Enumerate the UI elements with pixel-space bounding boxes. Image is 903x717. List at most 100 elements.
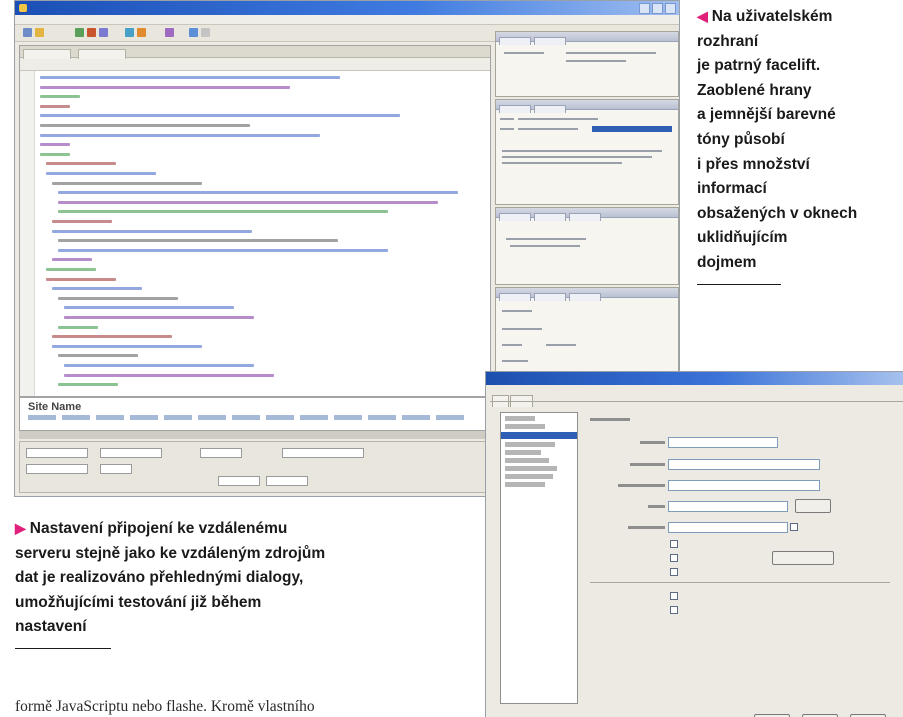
code-line — [58, 383, 118, 387]
maintain-sync-checkbox[interactable] — [670, 592, 678, 600]
format-select[interactable] — [26, 448, 88, 458]
caption-line: tóny působí — [697, 128, 903, 153]
code-line — [52, 220, 112, 223]
access-select[interactable] — [668, 437, 778, 448]
dialog-titlebar — [486, 372, 903, 385]
caption-server-connection: ▶ Nastavení připojení ke vzdálenému server… — [15, 516, 445, 649]
selected-rule — [592, 126, 672, 132]
code-line — [40, 124, 250, 127]
caption-ui-text: ◀ Na uživatelském rozhraní je patrný faceli… — [697, 4, 903, 276]
use-firewall-checkbox[interactable] — [670, 554, 678, 562]
host-directory-input[interactable] — [668, 480, 820, 491]
code-line — [40, 95, 80, 99]
table-icon — [125, 28, 134, 37]
caption-line: a jemnější barevné — [697, 103, 903, 128]
code-line — [40, 152, 70, 156]
save-icon — [75, 28, 84, 37]
code-line — [40, 76, 340, 79]
secure-ftp-checkbox[interactable] — [670, 568, 678, 576]
passive-ftp-checkbox[interactable] — [670, 540, 678, 548]
code-line — [46, 162, 116, 166]
caption-line-text: dat je realizováno přehlednými dialogy, — [15, 569, 304, 587]
style-select[interactable] — [100, 448, 162, 458]
tag-selector-bar — [19, 431, 489, 439]
auto-upload-checkbox[interactable] — [670, 606, 678, 614]
caption-ui-facelift: ◀ Na uživatelském rozhraní je patrný faceli… — [697, 4, 903, 285]
code-line — [58, 325, 98, 329]
code-line — [52, 335, 172, 339]
caption-line-text: Na uživatelském — [711, 8, 833, 25]
line-number-gutter — [20, 71, 35, 396]
arrow-right-icon: ▶ — [15, 520, 26, 536]
css-styles-panel — [495, 99, 679, 205]
code-line — [58, 200, 438, 204]
login-input[interactable] — [668, 501, 788, 512]
image-icon — [137, 28, 146, 37]
caption-server-text: ▶ Nastavení připojení ke vzdálenému server… — [15, 516, 445, 640]
preview-nav-links — [28, 415, 468, 420]
link-field[interactable] — [282, 448, 364, 458]
help-icon — [201, 28, 210, 37]
document-tab[interactable] — [78, 49, 127, 59]
size-select[interactable] — [100, 464, 132, 474]
caption-line-text: obsažených v oknech — [697, 204, 858, 222]
code-line — [58, 354, 138, 358]
open-folder-icon — [35, 28, 44, 37]
caption-line-text: serveru stejně jako ke vzdáleným zdrojům — [15, 544, 326, 562]
test-button[interactable] — [795, 499, 831, 513]
selected-category[interactable] — [501, 432, 577, 439]
caption-line: rozhraní — [697, 30, 903, 55]
ide-titlebar — [15, 1, 679, 15]
code-line — [58, 210, 388, 214]
caption-line: serveru stejně jako ke vzdáleným zdrojům — [15, 542, 445, 567]
caption-line: obsažených v oknech — [697, 202, 903, 227]
color-field[interactable] — [200, 448, 242, 458]
dialog-body — [490, 401, 903, 717]
save-password-checkbox[interactable] — [790, 523, 798, 531]
list-item-button[interactable] — [266, 476, 308, 486]
caption-line-text: dojmem — [697, 253, 757, 271]
caption-line-text: informací — [697, 180, 767, 198]
password-input[interactable] — [668, 522, 788, 533]
close-icon — [665, 3, 676, 14]
maximize-icon — [652, 3, 663, 14]
caption-line: informací — [697, 177, 903, 202]
caption-line: umožňujícími testování již během — [15, 591, 445, 616]
code-line — [52, 229, 252, 233]
code-line — [40, 133, 320, 137]
firewall-settings-button[interactable] — [772, 551, 834, 565]
code-line — [64, 306, 234, 310]
files-panel — [495, 207, 679, 285]
font-select[interactable] — [26, 464, 88, 474]
caption-line-text: tóny působí — [697, 130, 785, 148]
caption-line: ▶ Nastavení připojení ke vzdálenému — [15, 516, 445, 542]
code-editor[interactable] — [19, 45, 491, 397]
caption-line: Zaoblené hrany — [697, 79, 903, 104]
code-line — [52, 344, 202, 348]
ftp-host-input[interactable] — [668, 459, 820, 470]
code-line — [64, 364, 254, 367]
page-properties-button[interactable] — [218, 476, 260, 486]
code-line — [40, 143, 70, 147]
document-tab[interactable] — [23, 49, 71, 59]
caption-rule — [15, 647, 111, 649]
code-line — [40, 85, 290, 89]
design-preview[interactable]: Site Name — [19, 397, 491, 431]
view-toolbar — [20, 58, 490, 71]
caption-line: je patrný facelift. — [697, 54, 903, 79]
code-line — [52, 258, 92, 262]
code-line — [46, 277, 116, 281]
document-tabs — [20, 46, 490, 59]
caption-line: i přes množství — [697, 153, 903, 178]
form-icon — [165, 28, 174, 37]
category-list[interactable] — [500, 412, 578, 704]
caption-line-text: a jemnější barevné — [697, 106, 836, 124]
window-buttons — [639, 3, 676, 14]
caption-line-text: je patrný facelift. — [697, 57, 821, 75]
caption-line-text: nastavení — [15, 618, 87, 636]
ide-menubar — [15, 15, 679, 25]
code-line — [64, 373, 274, 377]
new-file-icon — [23, 28, 32, 37]
caption-line: ◀ Na uživatelském — [697, 4, 903, 30]
minimize-icon — [639, 3, 650, 14]
